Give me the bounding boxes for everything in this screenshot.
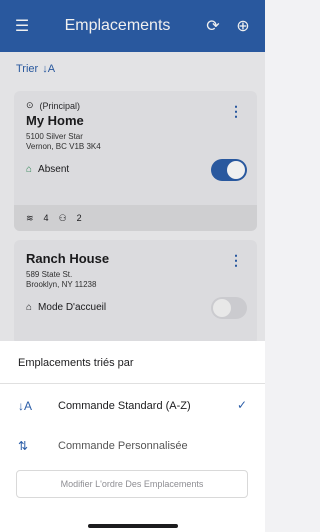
sheet-title: Emplacements triés par [18, 357, 134, 369]
reorder-icon: ⇅ [18, 439, 29, 453]
sort-option-custom[interactable]: ⇅ Commande Personnalisée [18, 439, 248, 453]
sort-az-icon: ↓A [18, 399, 33, 413]
divider [0, 383, 265, 384]
home-indicator [88, 524, 178, 528]
modify-order-button[interactable]: Modifier L'ordre Des Emplacements [16, 470, 248, 498]
sort-option-standard[interactable]: ↓A Commande Standard (A-Z) [18, 399, 248, 413]
sort-bottom-sheet: Emplacements triés par ↓A Commande Stand… [0, 341, 265, 532]
checkmark-icon: ✓ [236, 398, 247, 412]
